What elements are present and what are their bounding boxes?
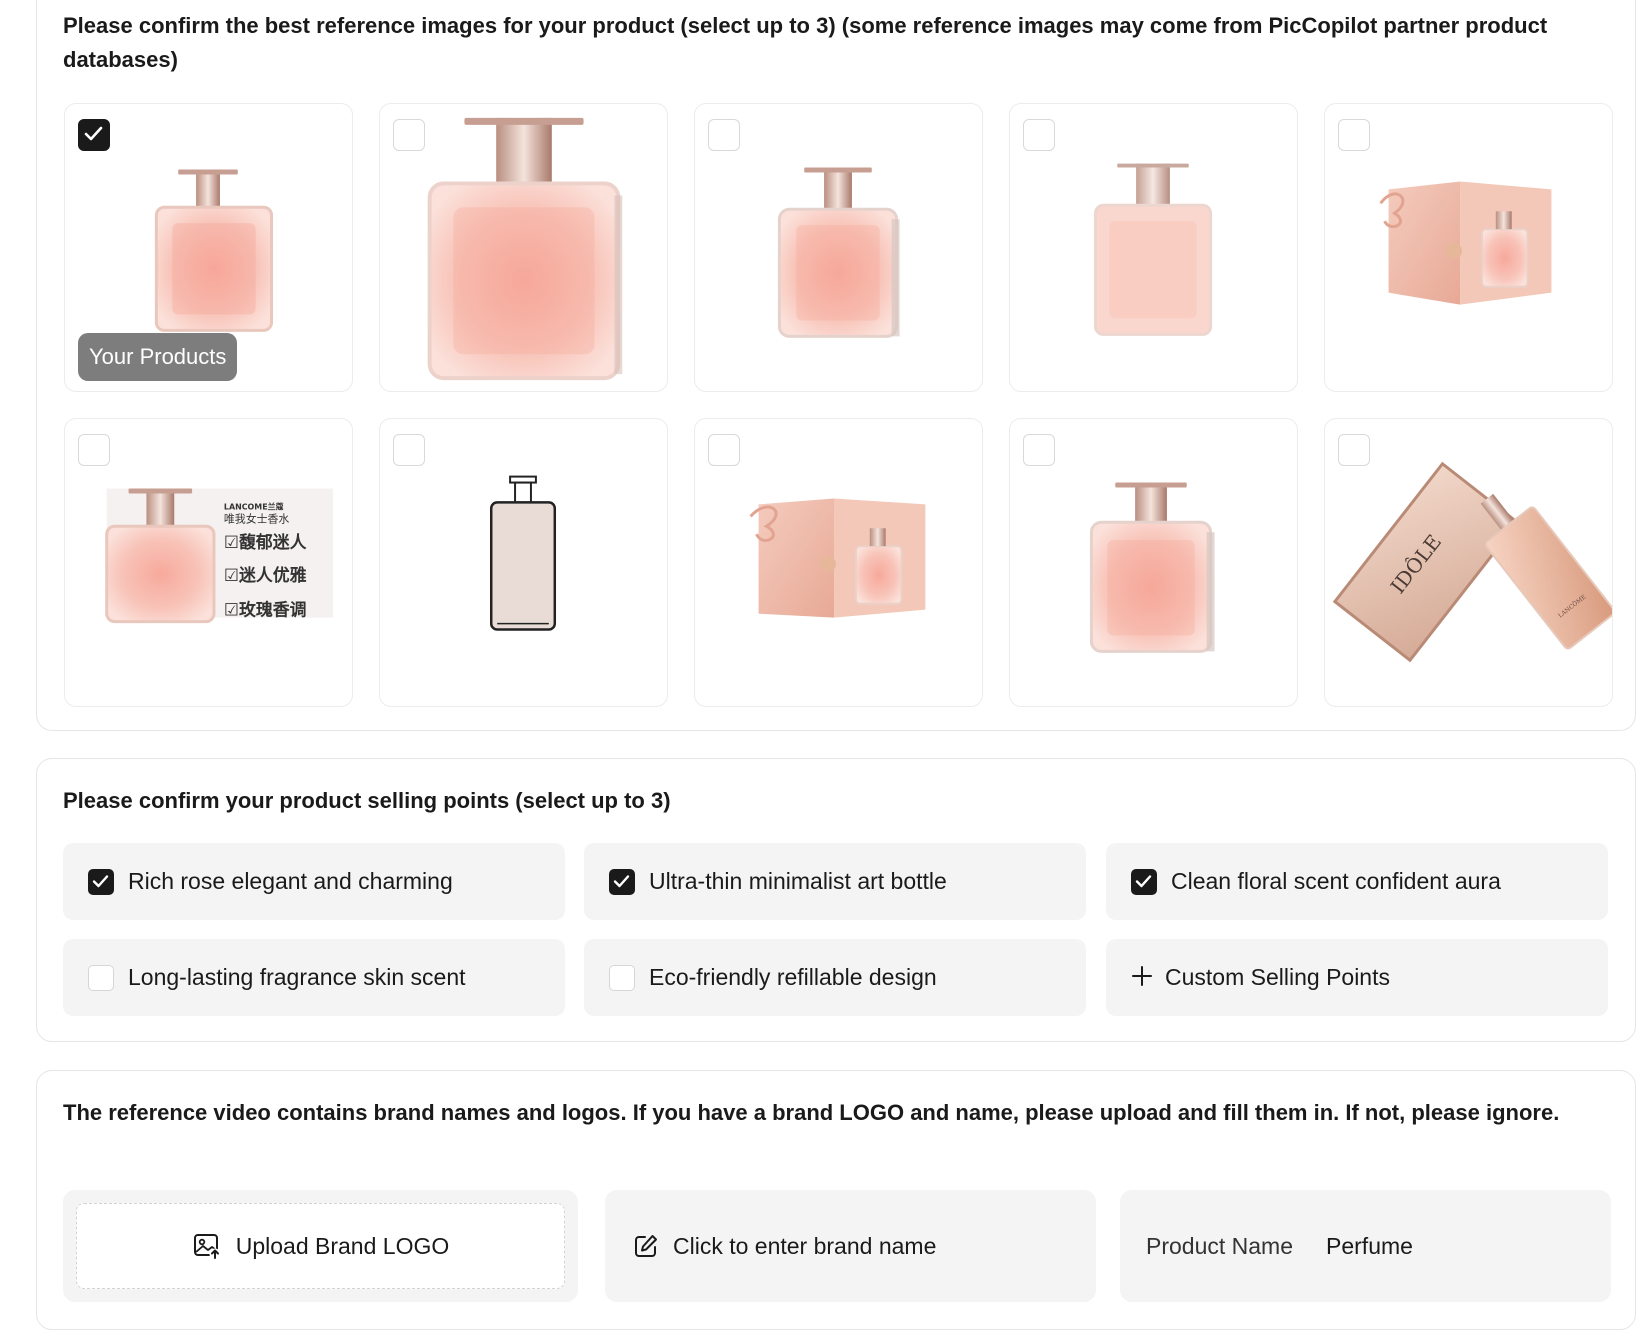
custom-selling-points-button[interactable]: Custom Selling Points [1106, 939, 1608, 1016]
edit-icon [633, 1233, 659, 1259]
plus-icon [1131, 963, 1153, 993]
selling-point-label: Ultra-thin minimalist art bottle [649, 868, 947, 894]
selling-point-label: Rich rose elegant and charming [128, 868, 453, 894]
product-name-label: Product Name [1146, 1232, 1294, 1259]
selling-point-option[interactable]: Eco-friendly refillable design [584, 939, 1086, 1016]
selling-point-checkbox[interactable] [609, 964, 635, 991]
reference-image-tile[interactable]: Your Products [64, 103, 353, 392]
svg-text:唯我女士香水: 唯我女士香水 [224, 511, 290, 525]
reference-image-tile[interactable] [1009, 103, 1298, 392]
selling-point-label: Clean floral scent confident aura [1171, 868, 1501, 894]
select-checkbox[interactable] [708, 119, 740, 151]
reference-image-tile[interactable]: LANCOME兰蔻 唯我女士香水 ☑馥郁迷人 ☑迷人优雅 ☑玫瑰香调 [64, 418, 353, 707]
selling-point-label: Long-lasting fragrance skin scent [128, 964, 466, 990]
selling-points-heading: Please confirm your product selling poin… [63, 788, 671, 813]
upload-brand-logo-label: Upload Brand LOGO [235, 1232, 450, 1259]
selling-point-checkbox[interactable] [609, 868, 635, 895]
select-checkbox[interactable] [1338, 434, 1370, 466]
selling-point-option[interactable]: Ultra-thin minimalist art bottle [584, 843, 1086, 920]
select-checkbox[interactable] [1023, 434, 1055, 466]
select-checkbox[interactable] [1023, 119, 1055, 151]
selling-point-option[interactable]: Long-lasting fragrance skin scent [63, 939, 565, 1016]
brand-name-placeholder: Click to enter brand name [673, 1232, 937, 1259]
select-checkbox[interactable] [708, 434, 740, 466]
reference-image-tile[interactable] [1009, 418, 1298, 707]
upload-brand-logo-button[interactable]: Upload Brand LOGO [76, 1203, 565, 1289]
reference-image-tile[interactable] [694, 103, 983, 392]
reference-image-tile[interactable] [379, 103, 668, 392]
brand-name-field[interactable]: Click to enter brand name [605, 1190, 1096, 1302]
selling-point-checkbox[interactable] [88, 964, 114, 991]
brand-logo-upload-area: Upload Brand LOGO [63, 1190, 578, 1302]
your-products-badge: Your Products [78, 333, 238, 381]
reference-image-tile[interactable] [1324, 103, 1613, 392]
selling-point-option[interactable]: Clean floral scent confident aura [1106, 843, 1608, 920]
select-checkbox[interactable] [393, 119, 425, 151]
select-checkbox[interactable] [78, 119, 110, 151]
svg-text:☑馥郁迷人: ☑馥郁迷人 [224, 532, 307, 552]
selling-point-option[interactable]: Rich rose elegant and charming [63, 843, 565, 920]
brand-heading: The reference video contains brand names… [63, 1100, 1560, 1125]
image-upload-icon [192, 1231, 222, 1261]
selling-point-checkbox[interactable] [88, 868, 114, 895]
selling-point-checkbox[interactable] [1131, 868, 1157, 895]
select-checkbox[interactable] [1338, 119, 1370, 151]
svg-text:LANCOME兰蔻: LANCOME兰蔻 [224, 501, 284, 511]
svg-text:☑玫瑰香调: ☑玫瑰香调 [224, 600, 307, 620]
select-checkbox[interactable] [393, 434, 425, 466]
product-name-value: Perfume [1326, 1232, 1413, 1259]
reference-images-heading: Please confirm the best reference images… [63, 13, 1548, 72]
reference-image-tile[interactable]: IDÔLE LANCÔME [1324, 418, 1613, 707]
reference-image-tile[interactable] [379, 418, 668, 707]
select-checkbox[interactable] [78, 434, 110, 466]
reference-image-tile[interactable] [694, 418, 983, 707]
product-name-field[interactable]: Product Name Perfume [1120, 1190, 1611, 1302]
custom-selling-points-label: Custom Selling Points [1165, 964, 1390, 990]
selling-point-label: Eco-friendly refillable design [649, 964, 937, 990]
svg-text:☑迷人优雅: ☑迷人优雅 [224, 565, 307, 585]
